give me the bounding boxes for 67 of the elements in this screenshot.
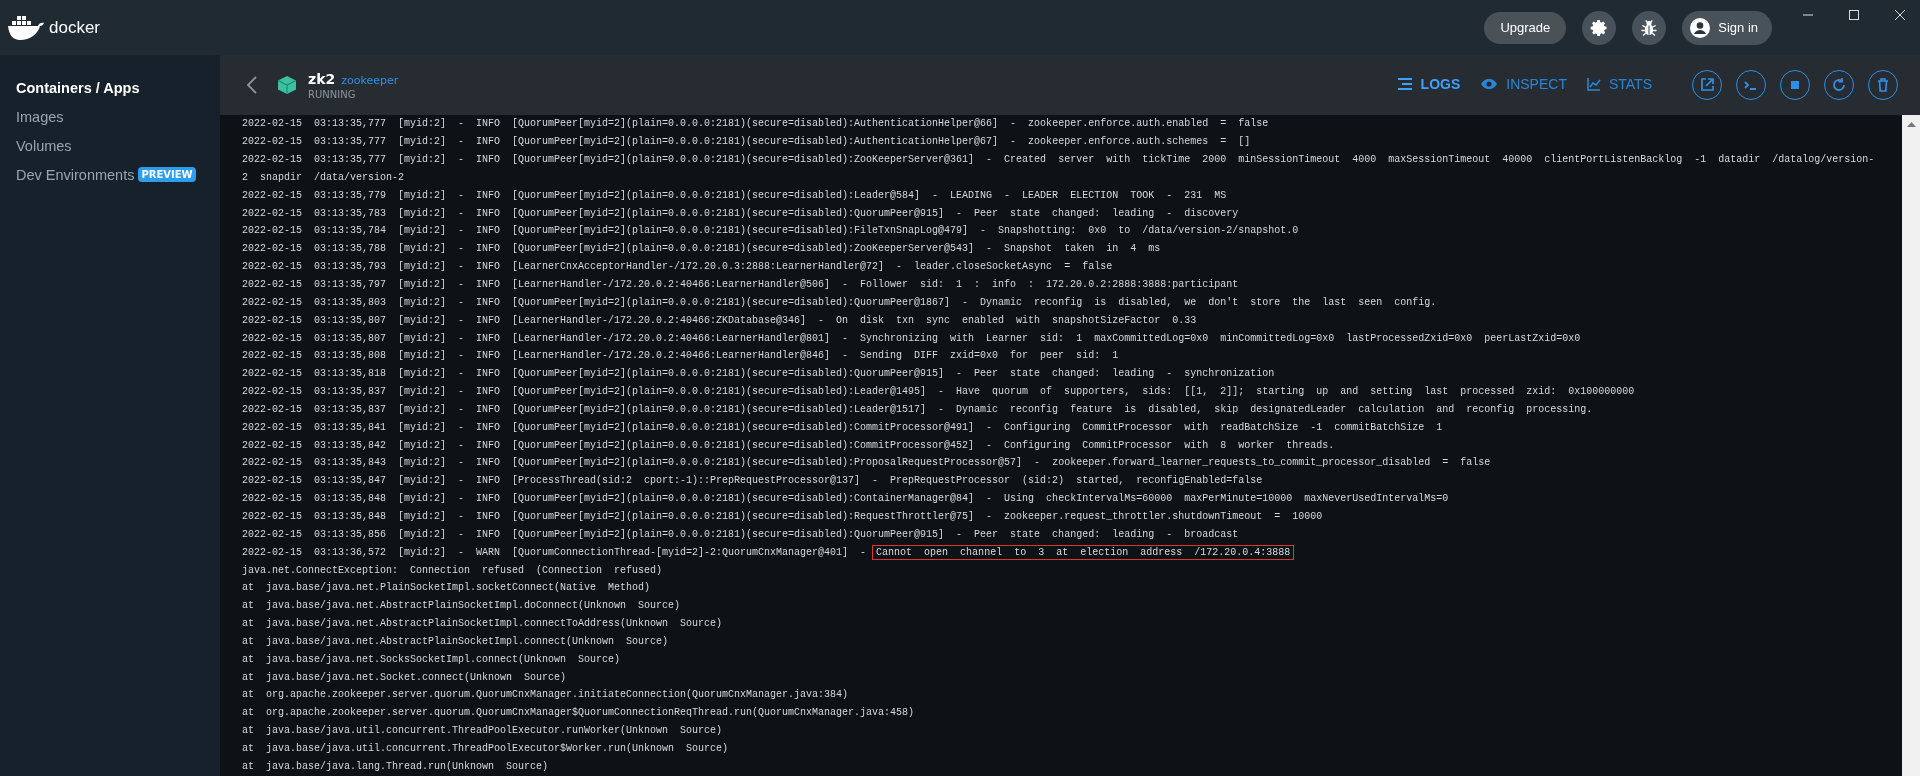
container-name: zk2 <box>308 70 336 87</box>
log-line: at java.base/java.net.AbstractPlainSocketImpl.connectToAddress(Unknown Source) <box>242 618 723 630</box>
log-line: 2022-02-15 03:13:35,843 [myid:2] - INFO [QuorumPeer[myid=2](plain=0.0.0.0:2181)(secure=disabled):ProposalRequestProcessor@57] - zookeeper.forward_learner_requests_to_commit_processor_disabled = false <box>242 457 1491 469</box>
log-line: 2022-02-15 03:13:35,807 [myid:2] - INFO [LearnerHandler-/172.20.0.2:40466:ZKDatabase@346] - On disk txn sync enabled with snapshotSizeFactor 0.33 <box>242 314 1197 326</box>
sign-in-button[interactable]: Sign in <box>1682 10 1772 45</box>
back-chevron-icon[interactable] <box>246 75 258 95</box>
log-line: 2022-02-15 03:13:35,788 [myid:2] - INFO [QuorumPeer[myid=2](plain=0.0.0.0:2181)(secure=disabled):ZooKeeperServer@543] - Snapshot taken in 4 ms <box>242 243 1161 255</box>
log-line: 2022-02-15 03:13:35,803 [myid:2] - INFO [QuorumPeer[myid=2](plain=0.0.0.0:2181)(secure=disabled):QuorumPeer@1867] - Dynamic reconfig is disabled, we don't store the last seen config. <box>242 296 1437 308</box>
log-line: 2022-02-15 03:13:35,856 [myid:2] - INFO [QuorumPeer[myid=2](plain=0.0.0.0:2181)(secure=disabled):QuorumPeer@915] - Peer state changed: leading - broadcast <box>242 528 1239 540</box>
settings-button[interactable] <box>1582 10 1617 45</box>
log-line: 2 snapdir /data/version-2 <box>242 171 405 183</box>
log-line: 2022-02-15 03:13:35,777 [myid:2] - INFO [QuorumPeer[myid=2](plain=0.0.0.0:2181)(secure=disabled):AuthenticationHelper@66] - zookeeper.enforce.auth.enabled = false <box>242 118 1269 130</box>
app-name: docker <box>49 17 101 38</box>
log-line: 2022-02-15 03:13:35,807 [myid:2] - INFO [LearnerHandler-/172.20.0.2:40466:LearnerHandler@801] - Synchronizing with Learner sid: 1 maxCommittedLog=0x0 minCommittedLog=0x0 lastProcessedZxid=0x0 peerLastZxid=0x0 <box>242 332 1581 344</box>
log-line: at java.base/java.lang.Thread.run(Unknown Source) <box>242 760 549 772</box>
cube-icon <box>276 74 298 96</box>
gear-icon <box>1589 17 1610 38</box>
scroll-up-icon[interactable] <box>1906 121 1916 127</box>
bug-icon <box>1639 17 1660 38</box>
sidebar-item[interactable]: Images <box>16 108 64 125</box>
log-line: at java.base/java.net.AbstractPlainSocketImpl.connect(Unknown Source) <box>242 635 669 647</box>
log-line: 2022-02-15 03:13:35,848 [myid:2] - INFO [QuorumPeer[myid=2](plain=0.0.0.0:2181)(secure=disabled):RequestThrottler@75] - zookeeper.request_throttler.shutdownTimeout = 10000 <box>242 511 1323 522</box>
log-line: 2022-02-15 03:13:35,793 [myid:2] - INFO [LearnerCnxAcceptorHandler-/172.20.0.3:2888:LearnerHandler@72] - leader.closeSocketAsync = false <box>242 261 1113 273</box>
log-line: at org.apache.zookeeper.server.quorum.QuorumCnxManager$QuorumConnectionReqThread.run(QuorumCnxManager.java:458) <box>242 707 915 719</box>
image-link[interactable]: zookeeper <box>341 73 399 87</box>
container-status: RUNNING <box>308 88 357 100</box>
log-line: 2022-02-15 03:13:35,841 [myid:2] - INFO [QuorumPeer[myid=2](plain=0.0.0.0:2181)(secure=disabled):CommitProcessor@491] - Configuring CommitProcessor with readBatchSize -1 commitBatchSize 1 <box>242 421 1443 433</box>
log-line: 2022-02-15 03:13:35,808 [myid:2] - INFO [LearnerHandler-/172.20.0.2:40466:LearnerHandler@846] - Sending DIFF zxid=0x0 for peer sid: 1 <box>242 350 1119 362</box>
log-line: at java.base/java.net.AbstractPlainSocketImpl.doConnect(Unknown Source) <box>242 600 681 612</box>
log-line: at java.base/java.net.PlainSocketImpl.socketConnect(Native Method) <box>242 582 651 594</box>
log-line: 2022-02-15 03:13:35,784 [myid:2] - INFO [QuorumPeer[myid=2](plain=0.0.0.0:2181)(secure=disabled):FileTxnSnapLog@479] - Snapshotting: 0x0 to /data/version-2/snapshot.0 <box>242 225 1299 237</box>
log-line: at java.base/java.util.concurrent.ThreadPoolExecutor$Worker.run(Unknown Source) <box>242 742 729 754</box>
sidebar-item[interactable]: Dev Environments <box>16 166 135 183</box>
log-line: 2022-02-15 03:13:35,779 [myid:2] - INFO [QuorumPeer[myid=2](plain=0.0.0.0:2181)(secure=disabled):Leader@584] - LEADING - LEADER ELECTION TOOK - 231 MS <box>242 189 1227 201</box>
scrollbar[interactable] <box>1902 115 1920 776</box>
preview-badge: PREVIEW <box>138 167 196 182</box>
chart-icon <box>1586 77 1601 91</box>
log-line: 2022-02-15 03:13:36,572 [myid:2] - WARN [QuorumConnectionThread-[myid=2]-2:QuorumCnxManager@401] - <box>242 546 867 558</box>
sidebar-item[interactable]: Containers / Apps <box>16 79 140 96</box>
close-icon[interactable] <box>1894 9 1906 21</box>
maximize-icon[interactable] <box>1848 9 1860 21</box>
tab[interactable]: LOGS <box>1396 72 1461 98</box>
log-line: 2022-02-15 03:13:35,777 [myid:2] - INFO [QuorumPeer[myid=2](plain=0.0.0.0:2181)(secure=disabled):ZooKeeperServer@361] - Created server with tickTime 2000 minSessionTimeout 4000 maxSessionTimeout 40000 clientPortListenBacklog -1 datadir /datalog/version- <box>242 154 1875 166</box>
eye-icon <box>1480 78 1499 90</box>
log-line: at org.apache.zookeeper.server.quorum.QuorumCnxManager.initiateConnection(QuorumCnxManager.java:384) <box>242 689 849 701</box>
lines-icon <box>1396 77 1413 91</box>
log-line: 2022-02-15 03:13:35,847 [myid:2] - INFO [ProcessThread(sid:2 cport:-1)::PrepRequestProcessor@137] - PrepRequestProcessor (sid:2) started, reconfigEnabled=false <box>242 475 1263 487</box>
log-line: 2022-02-15 03:13:35,777 [myid:2] - INFO [QuorumPeer[myid=2](plain=0.0.0.0:2181)(secure=disabled):AuthenticationHelper@67] - zookeeper.enforce.auth.schemes = [] <box>242 136 1251 148</box>
sidebar-item[interactable]: Volumes <box>16 137 72 154</box>
log-line: 2022-02-15 03:13:35,842 [myid:2] - INFO [QuorumPeer[myid=2](plain=0.0.0.0:2181)(secure=disabled):CommitProcessor@452] - Configuring CommitProcessor with 8 worker threads. <box>242 439 1335 451</box>
tab[interactable]: STATS <box>1586 72 1652 98</box>
log-line: 2022-02-15 03:13:35,837 [myid:2] - INFO [QuorumPeer[myid=2](plain=0.0.0.0:2181)(secure=disabled):Leader@1495] - Have quorum of supporters, sids: [[1, 2]]; starting up and setting last processed zxid: 0x100000000 <box>242 386 1635 398</box>
log-line: at java.base/java.net.SocksSocketImpl.connect(Unknown Source) <box>242 653 621 665</box>
log-line: at java.base/java.util.concurrent.ThreadPoolExecutor.runWorker(Unknown Source) <box>242 725 723 737</box>
highlighted-message: Cannot open channel to 3 at election address /172.20.0.4:3888 <box>872 544 1295 560</box>
log-line: 2022-02-15 03:13:35,837 [myid:2] - INFO [QuorumPeer[myid=2](plain=0.0.0.0:2181)(secure=disabled):Leader@1517] - Dynamic reconfig feature is disabled, skip designatedLeader calculation and reconfig processing. <box>242 403 1593 415</box>
log-line: 2022-02-15 03:13:35,783 [myid:2] - INFO [QuorumPeer[myid=2](plain=0.0.0.0:2181)(secure=disabled):QuorumPeer@915] - Peer state changed: leading - discovery <box>242 207 1239 219</box>
whale-logo-icon <box>6 13 46 42</box>
upgrade-button[interactable]: Upgrade <box>1484 11 1567 44</box>
log-line: java.net.ConnectException: Connection refused (Connection refused) <box>242 564 663 576</box>
log-line: 2022-02-15 03:13:35,848 [myid:2] - INFO [QuorumPeer[myid=2](plain=0.0.0.0:2181)(secure=disabled):ContainerManager@84] - Using checkIntervalMs=60000 maxPerMinute=10000 maxNeverUsedIntervalMs=0 <box>242 493 1449 505</box>
bug-button[interactable] <box>1632 10 1667 45</box>
log-line: at java.base/java.net.Socket.connect(Unknown Source) <box>242 671 567 683</box>
log-line: 2022-02-15 03:13:35,818 [myid:2] - INFO [QuorumPeer[myid=2](plain=0.0.0.0:2181)(secure=disabled):QuorumPeer@915] - Peer state changed: leading - synchronization <box>242 368 1275 380</box>
log-line: 2022-02-15 03:13:35,797 [myid:2] - INFO [LearnerHandler-/172.20.0.2:40466:LearnerHandler@506] - Follower sid: 1 : info : 172.20.0.2:2888:3888:participant <box>242 279 1239 290</box>
avatar-icon <box>1690 17 1711 38</box>
tab[interactable]: INSPECT <box>1480 72 1567 98</box>
